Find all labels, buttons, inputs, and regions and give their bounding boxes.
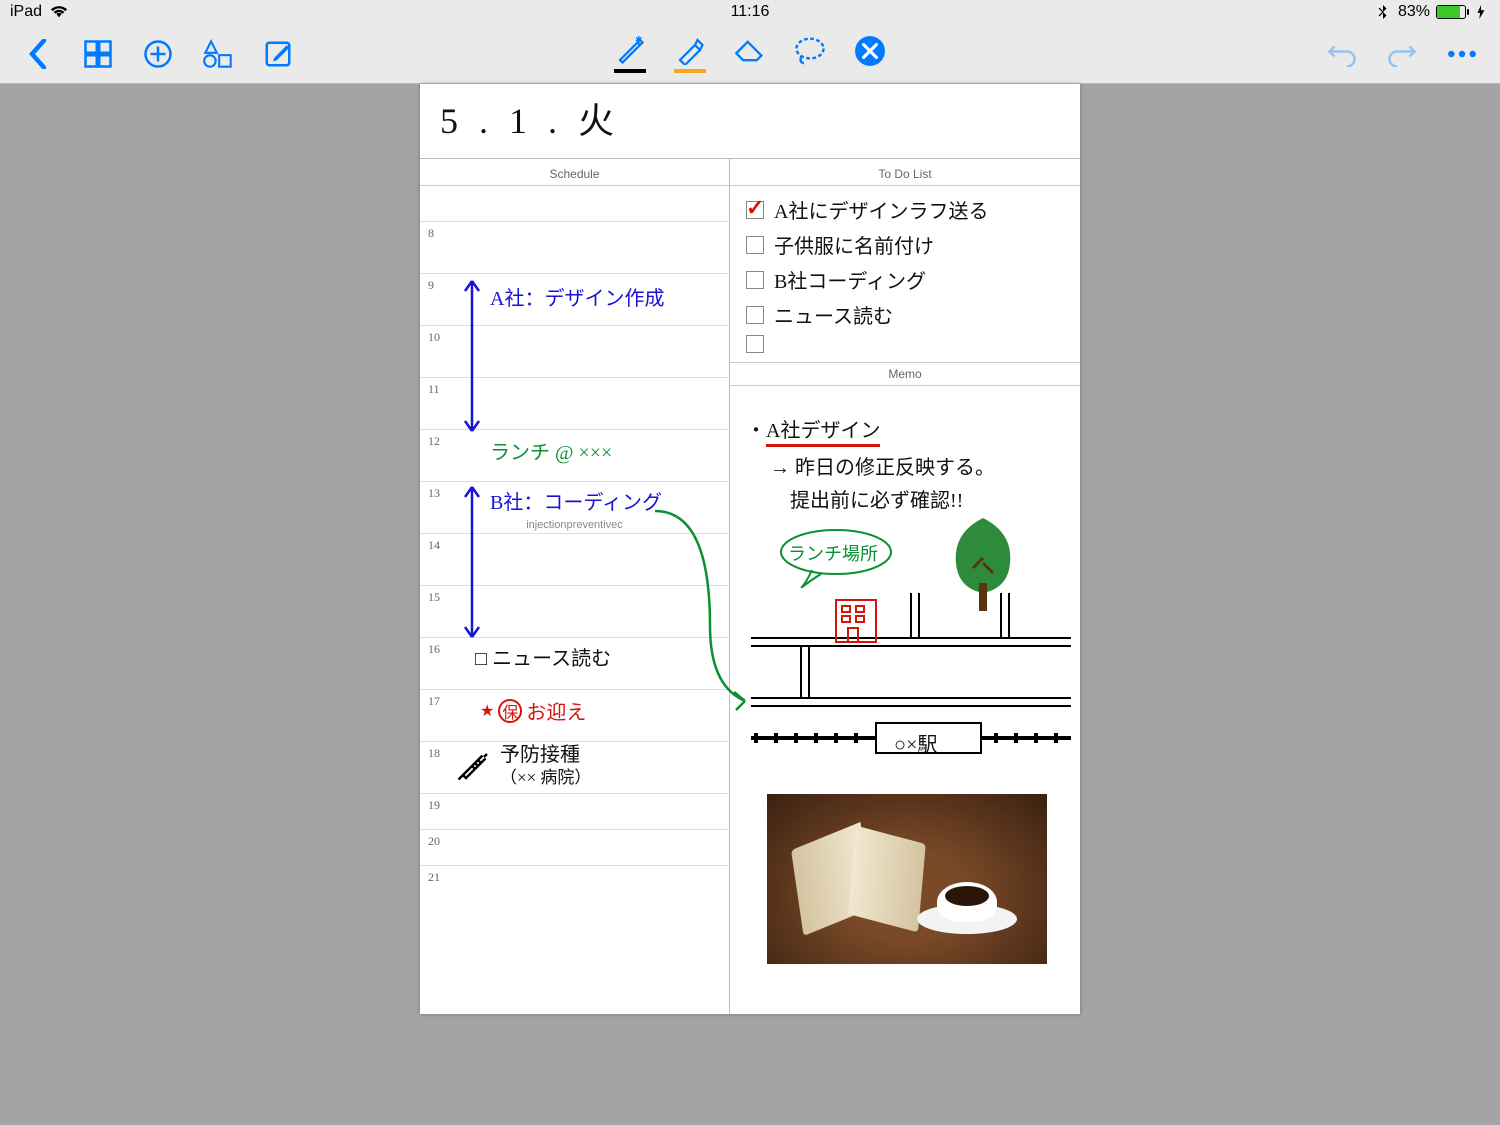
memo-label: Memo bbox=[730, 363, 1080, 386]
memo-heading: A社デザイン bbox=[766, 414, 880, 447]
checkbox-icon[interactable] bbox=[746, 236, 764, 254]
todo-label: To Do List bbox=[730, 163, 1080, 186]
sched-entry-news: □ ニュース読む bbox=[475, 642, 611, 671]
eraser-tool[interactable] bbox=[734, 35, 766, 67]
edit-note-button[interactable] bbox=[262, 38, 294, 70]
checkbox-icon[interactable] bbox=[746, 201, 764, 219]
svg-text:✱: ✱ bbox=[635, 35, 642, 45]
highlighter-tool[interactable] bbox=[674, 35, 706, 73]
memo-line: → 昨日の修正反映する。 bbox=[746, 451, 1068, 480]
todo-list: A社にデザインラフ送る 子供服に名前付け B社コーディング ニュース読む bbox=[730, 186, 1080, 363]
canvas-area[interactable]: 5 . 1 . 火 Schedule 8 9 A社：デザイン作成 10 11 1… bbox=[0, 84, 1500, 1125]
page-date: 5 . 1 . 火 bbox=[420, 84, 1080, 159]
syringe-icon bbox=[454, 748, 490, 784]
checkbox-icon[interactable] bbox=[746, 271, 764, 289]
sched-entry-lunch: ランチ @ ××× bbox=[490, 436, 612, 465]
pen-tool[interactable]: ✱ bbox=[614, 35, 646, 73]
schedule-row: 20 bbox=[420, 830, 729, 866]
tools-close-button[interactable] bbox=[854, 35, 886, 67]
schedule-row: 19 bbox=[420, 794, 729, 830]
checkbox-icon[interactable] bbox=[746, 335, 764, 353]
watermark-text: injectionpreventivec bbox=[526, 519, 623, 531]
back-button[interactable] bbox=[22, 38, 54, 70]
map-sketch: ランチ場所 bbox=[746, 528, 1068, 788]
memo-area: ・A社デザイン → 昨日の修正反映する。 提出前に必ず確認!! bbox=[730, 386, 1080, 1014]
bluetooth-icon bbox=[1374, 5, 1392, 19]
schedule-row: 8 bbox=[420, 222, 729, 274]
redo-button[interactable] bbox=[1386, 38, 1418, 70]
timespan-arrow-2 bbox=[462, 482, 482, 642]
schedule-row: 18 予防接種 （×× 病院） bbox=[420, 742, 729, 794]
clock: 11:16 bbox=[731, 3, 770, 21]
todo-item[interactable]: A社にデザインラフ送る bbox=[746, 192, 1064, 227]
todo-item[interactable]: B社コーディング bbox=[746, 262, 1064, 297]
schedule-label: Schedule bbox=[420, 163, 729, 186]
schedule-row: 12 ランチ @ ××× bbox=[420, 430, 729, 482]
timespan-arrow-1 bbox=[462, 276, 482, 436]
note-page[interactable]: 5 . 1 . 火 Schedule 8 9 A社：デザイン作成 10 11 1… bbox=[420, 84, 1080, 1014]
todo-item[interactable]: ニュース読む bbox=[746, 297, 1064, 332]
battery-pct: 83% bbox=[1398, 3, 1430, 21]
charging-icon bbox=[1472, 5, 1490, 19]
more-button[interactable] bbox=[1446, 38, 1478, 70]
add-page-button[interactable] bbox=[142, 38, 174, 70]
grid-view-button[interactable] bbox=[82, 38, 114, 70]
device-label: iPad bbox=[10, 3, 42, 21]
sched-entry-coding: B社：コーディング bbox=[490, 486, 662, 515]
ios-status-bar: iPad 11:16 83% bbox=[0, 0, 1500, 24]
sched-entry-design: A社：デザイン作成 bbox=[490, 282, 664, 311]
inserted-photo[interactable] bbox=[767, 794, 1047, 964]
sched-entry-vaccine: 予防接種 （×× 病院） bbox=[500, 744, 591, 788]
schedule-row: 21 bbox=[420, 866, 729, 902]
schedule-row bbox=[420, 186, 729, 222]
station-label: ○×駅 bbox=[894, 728, 937, 757]
todo-item[interactable]: 子供服に名前付け bbox=[746, 227, 1064, 262]
lasso-tool[interactable] bbox=[794, 35, 826, 67]
battery-icon bbox=[1436, 5, 1466, 19]
shapes-button[interactable] bbox=[202, 38, 234, 70]
sched-entry-pickup: ★ 保 お迎え bbox=[480, 696, 586, 725]
right-column: To Do List A社にデザインラフ送る 子供服に名前付け B社コーディング… bbox=[730, 159, 1080, 1014]
checkbox-icon[interactable] bbox=[746, 306, 764, 324]
app-toolbar: ✱ bbox=[0, 24, 1500, 84]
lunch-bubble-text: ランチ場所 bbox=[788, 540, 878, 566]
undo-button[interactable] bbox=[1326, 38, 1358, 70]
wifi-icon bbox=[50, 5, 68, 19]
todo-item[interactable] bbox=[746, 332, 1064, 356]
